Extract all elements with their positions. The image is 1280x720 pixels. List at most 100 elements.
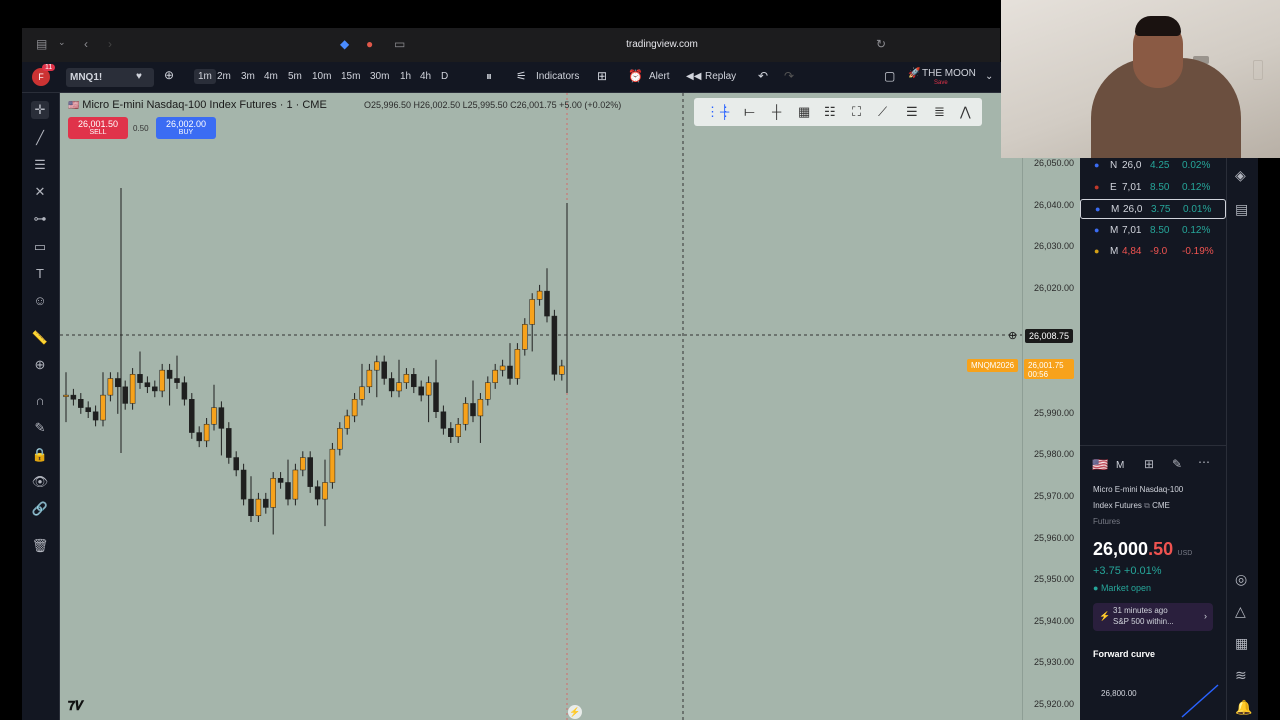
alert-icon[interactable]: ⏰ [628,69,643,83]
grid-view-icon[interactable]: ⊞ [1144,457,1154,471]
pitchfork-icon[interactable]: ≣ [934,104,945,120]
candle-body [285,482,291,500]
indicators-icon[interactable]: ⚟ [516,69,527,83]
sell-button[interactable]: 26,001.50 SELL [68,117,128,139]
chart-pane[interactable] [60,93,1022,720]
calendar-icon[interactable]: ▦ [1235,635,1248,652]
lock-icon[interactable]: 🔒 [31,446,49,464]
address-bar[interactable]: tradingview.com [542,39,782,50]
forecast-icon[interactable]: ⊶ [31,210,49,228]
layout-name[interactable]: THE MOON [922,68,976,79]
fullscreen-icon[interactable]: ▢ [884,69,895,83]
candle-body [240,469,247,500]
ideas-icon[interactable]: △ [1235,603,1246,620]
extension-s-icon[interactable]: ● [366,37,373,51]
replay-button[interactable]: Replay [705,71,736,82]
detail-symbol[interactable]: M [1116,460,1124,471]
bolt-icon[interactable]: ⚡ [568,705,582,719]
candle-body [322,482,328,500]
fib-tool-icon[interactable]: ☰ [906,104,918,120]
symbol-title[interactable]: Micro E-mini Nasdaq-100 Index Futures · … [82,99,327,111]
layout-save-label[interactable]: Save [934,80,948,86]
extension-icon[interactable]: ◆ [340,37,349,51]
more-icon[interactable]: ⋯ [1198,455,1210,469]
horizontal-line-icon[interactable]: ⟝ [744,104,755,120]
timeframe-1m[interactable]: 1m [194,69,216,84]
candle-type-icon[interactable]: ⏸ [486,69,492,84]
add-symbol-icon[interactable]: ♥ [136,71,142,82]
chevron-down-icon[interactable]: ⌄ [58,37,66,48]
candle-body [270,478,276,508]
notifications-icon[interactable]: 🔔 [1235,699,1252,716]
timeframe-4h[interactable]: 4h [420,71,431,82]
buy-button[interactable]: 26,002.00 BUY [156,117,216,139]
drawing-toolbar: ✛ ╱ ☰ ✕ ⊶ ▭ T ☺ 📏 ⊕ ∩ ✎ 🔒 👁 🔗 🗑 [22,93,60,720]
eye-icon[interactable]: 👁 [31,473,49,491]
layers-icon[interactable]: ◈ [1235,167,1246,184]
price-tick: 25,990.00 [1033,408,1074,418]
rectangle-icon[interactable]: ⛶ [852,104,861,120]
target-icon[interactable]: ◎ [1235,571,1247,588]
pencil-lock-icon[interactable]: ✎ [31,419,49,437]
price-axis[interactable]: 26,050.00 26,040.00 26,030.00 26,020.00 … [1022,93,1080,720]
tradingview-logo[interactable]: 𝟕𝑽 [68,698,83,714]
watchlist-row[interactable]: ● M 4,84 -9.0 -0.19% [1080,242,1226,262]
candle-body [181,382,188,400]
pattern-icon[interactable]: ✕ [31,183,49,201]
emoji-icon[interactable]: ☺ [31,292,49,310]
buy-price: 26,002.00 [165,119,207,129]
brush-icon[interactable]: ⟋ [878,104,887,120]
link-icon[interactable]: 🔗 [31,500,49,518]
page-icon[interactable]: ▭ [394,37,405,51]
reload-icon[interactable]: ↻ [876,37,886,51]
timeframe-10m[interactable]: 10m [312,71,331,82]
watchlist-row[interactable]: ● E 7,01 8.50 0.12% [1080,178,1226,198]
vertical-line-icon[interactable]: ┼ [772,104,781,119]
timeframe-4m[interactable]: 4m [264,71,278,82]
watchlist-row[interactable]: ● M 7,01 8.50 0.12% [1080,221,1226,241]
text-icon[interactable]: T [31,265,49,283]
symbol-search[interactable]: MNQ1! ♥ [66,68,154,87]
templates-icon[interactable]: ⊞ [597,69,607,83]
timeframe-15m[interactable]: 15m [341,71,360,82]
undo-icon[interactable]: ↶ [758,69,768,83]
cross-tool-icon[interactable]: ┼ [720,104,729,119]
shapes-icon[interactable]: ▭ [31,238,49,256]
news-card[interactable]: ⚡ 31 minutes ago S&P 500 within... › [1093,603,1213,631]
layout-chevron-icon[interactable]: ⌄ [985,71,993,82]
zoom-icon[interactable]: ⊕ [31,356,49,374]
trendline-icon[interactable]: ╱ [31,129,49,147]
streams-icon[interactable]: ≋ [1235,667,1247,684]
path-icon[interactable]: ⋀ [960,104,971,120]
parallel-channel-icon[interactable]: ☷ [824,104,836,120]
candle-body [470,403,476,417]
grid-icon[interactable]: ▦ [798,104,810,120]
compare-icon[interactable]: ⊕ [164,68,174,82]
alert-button[interactable]: Alert [649,71,670,82]
timeframe-2m[interactable]: 2m [217,71,231,82]
chat-icon[interactable]: ▤ [1235,201,1248,218]
timeframe-30m[interactable]: 30m [370,71,389,82]
watchlist-row[interactable]: ● M 26,0 3.75 0.01% [1080,199,1226,219]
indicators-button[interactable]: Indicators [536,71,579,82]
candle-body [189,399,195,433]
edit-icon[interactable]: ✎ [1172,457,1182,471]
external-link-icon[interactable]: ⧉ [1144,501,1152,510]
trash-icon[interactable]: 🗑 [31,537,49,555]
timeframe-5m[interactable]: 5m [288,71,302,82]
magnet-icon[interactable]: ∩ [31,392,49,410]
add-plus-icon[interactable]: ⊕ [1008,329,1017,342]
timeframe-3m[interactable]: 3m [241,71,255,82]
sidebar-toggle-icon[interactable]: ▤ [36,37,47,51]
timeframe-1h[interactable]: 1h [400,71,411,82]
watchlist-change: 4.25 [1150,160,1170,171]
fib-icon[interactable]: ☰ [31,156,49,174]
timeframe-d[interactable]: D [441,71,448,82]
candle-body [63,394,69,397]
ruler-icon[interactable]: 📏 [31,329,49,347]
crosshair-icon[interactable]: ✛ [31,101,49,119]
replay-icon[interactable]: ◀◀ [686,71,701,82]
back-icon[interactable]: ‹ [84,37,88,51]
candle-body [196,432,202,442]
watchlist-row[interactable]: ● N 26,0 4.25 0.02% [1080,156,1226,176]
